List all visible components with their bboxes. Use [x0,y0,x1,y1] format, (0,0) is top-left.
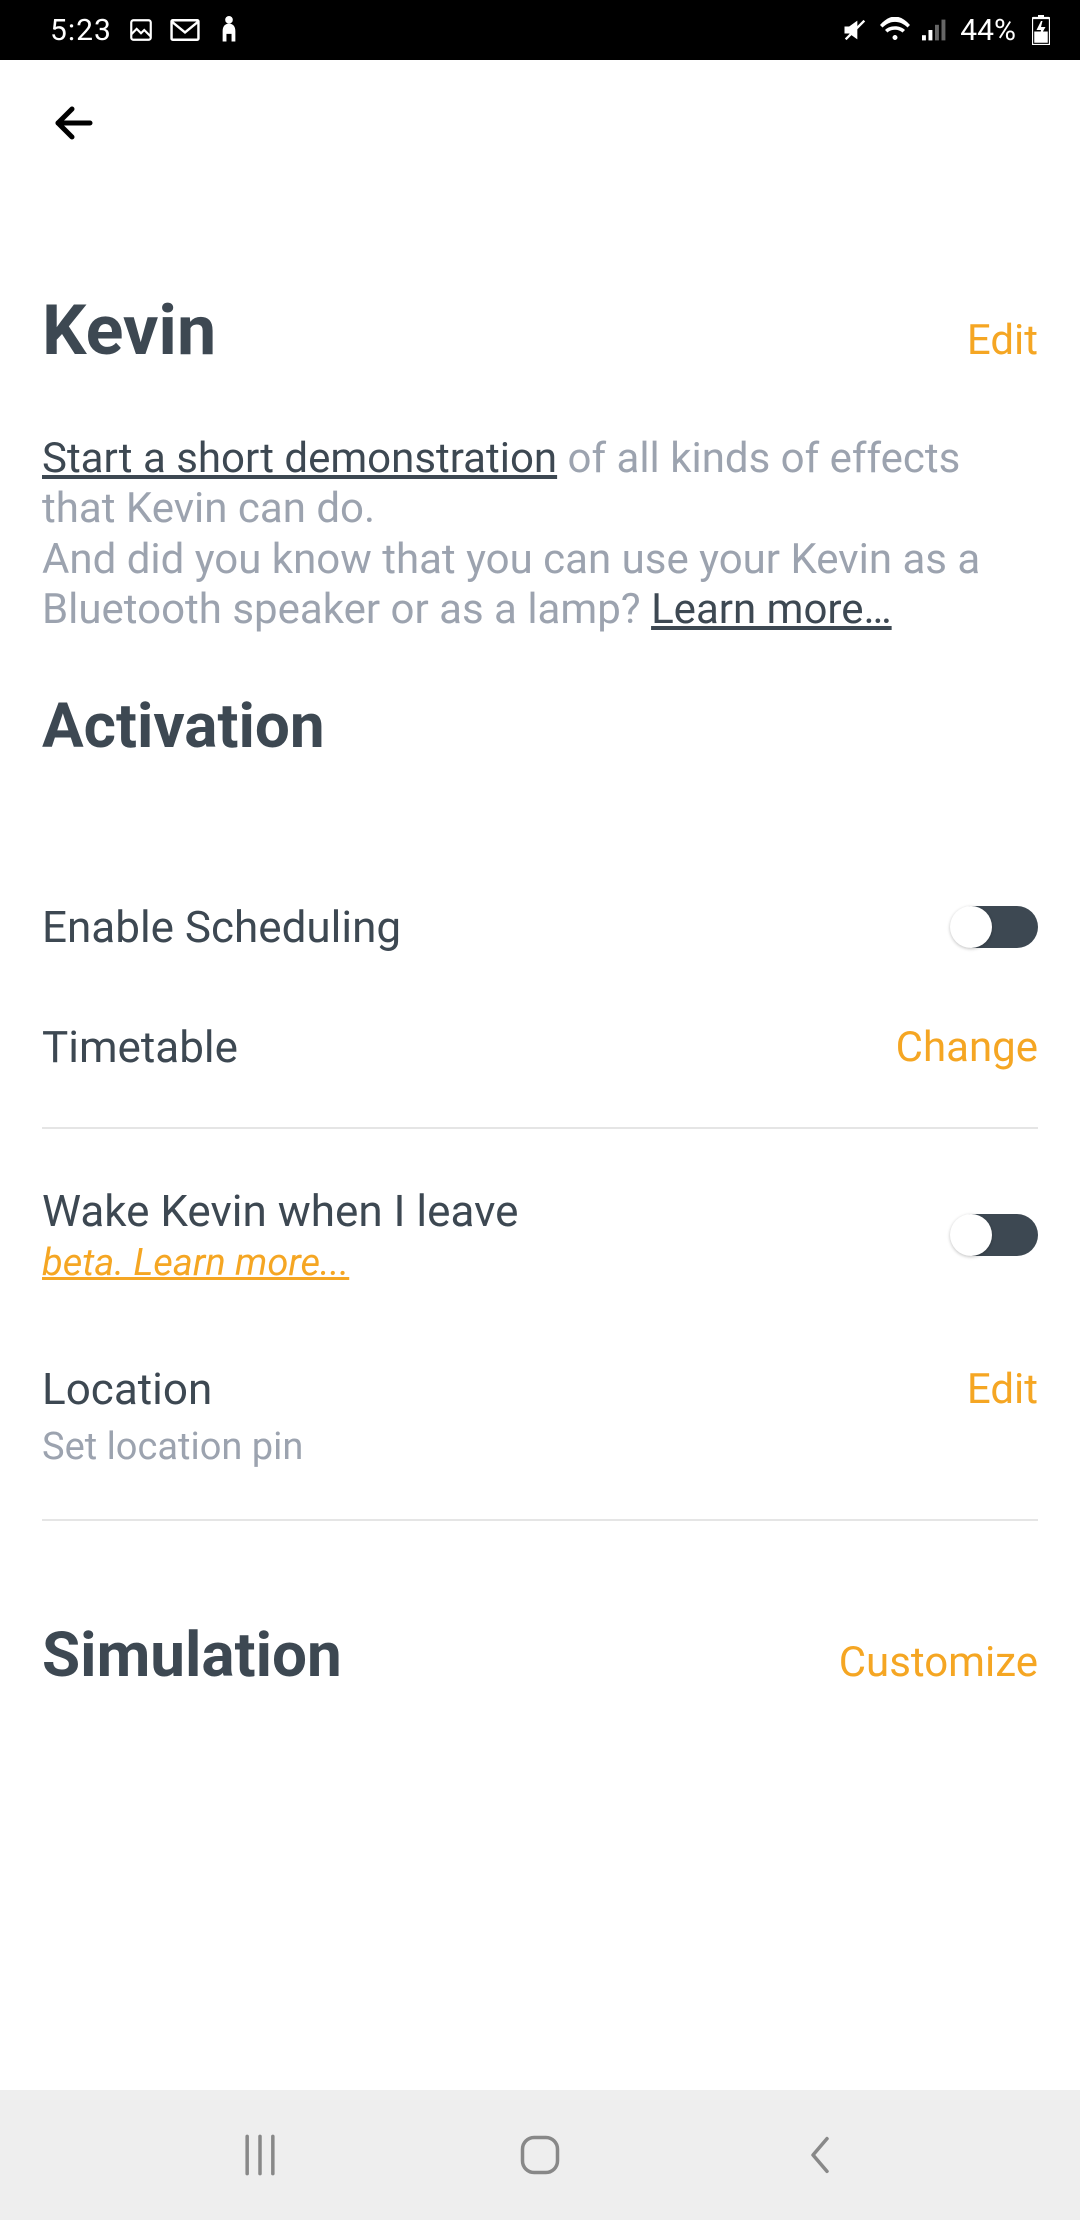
navigation-bar [0,2090,1080,2220]
back-nav-button[interactable] [780,2125,860,2185]
simulation-row: Simulation Customize [42,1619,1038,1692]
content: Kevin Edit Start a short demonstration o… [0,60,1080,2090]
status-left: 5:23 [50,13,244,48]
demo-link[interactable]: Start a short demonstration [42,434,557,483]
signal-icon [920,16,950,44]
enable-scheduling-row: Enable Scheduling [42,901,1038,953]
wake-label: Wake Kevin when I leave [42,1185,518,1237]
location-label: Location [42,1363,212,1415]
activation-heading: Activation [42,690,1038,763]
location-sub-row: Set location pin [42,1425,1038,1521]
mute-icon [840,16,870,44]
home-button[interactable] [500,2125,580,2185]
header-row: Kevin Edit [42,290,1038,372]
location-subtext: Set location pin [42,1425,1038,1469]
enable-scheduling-label: Enable Scheduling [42,901,401,953]
back-icon[interactable] [50,99,98,151]
page-title: Kevin [42,290,216,372]
change-button[interactable]: Change [896,1023,1038,1072]
wake-row: Wake Kevin when I leave beta. Learn more… [42,1185,1038,1285]
learn-more-link[interactable]: Learn more… [651,585,892,634]
battery-percent: 44% [960,13,1016,48]
edit-button[interactable]: Edit [967,316,1038,365]
app-bar [50,60,1038,190]
customize-button[interactable]: Customize [839,1638,1038,1687]
location-edit-button[interactable]: Edit [967,1365,1038,1414]
location-row: Location Edit [42,1363,1038,1415]
gmail-icon [170,16,200,44]
status-right: 44% [840,13,1056,48]
image-icon [126,16,156,44]
description-block: Start a short demonstration of all kinds… [42,434,1038,634]
timetable-row: Timetable Change [42,1021,1038,1129]
wifi-icon [880,16,910,44]
timetable-label: Timetable [42,1021,238,1073]
status-time: 5:23 [50,13,112,48]
user-activity-icon [214,16,244,44]
status-bar: 5:23 44% [0,0,1080,60]
simulation-heading: Simulation [42,1619,342,1692]
recents-button[interactable] [220,2125,300,2185]
beta-learn-more-link[interactable]: beta. Learn more... [42,1241,349,1285]
enable-scheduling-toggle[interactable] [952,906,1038,948]
wake-toggle[interactable] [952,1214,1038,1256]
toggle-knob [950,906,992,948]
toggle-knob [950,1214,992,1256]
battery-charging-icon [1026,16,1056,44]
